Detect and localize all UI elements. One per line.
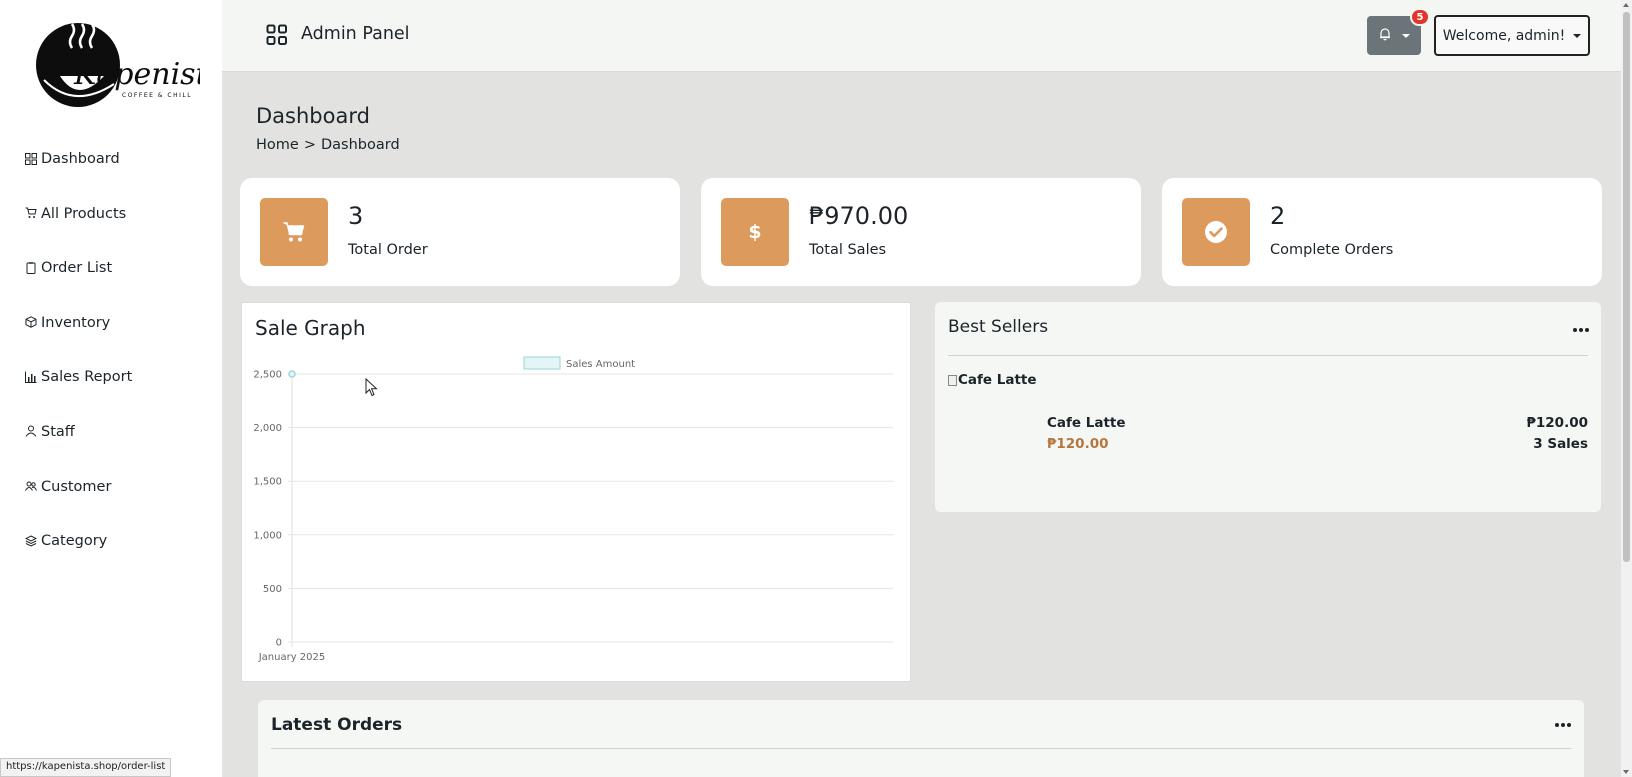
bell-icon bbox=[1378, 26, 1392, 45]
sidebar-item-dashboard[interactable]: Dashboard bbox=[0, 145, 222, 200]
y-tick-label: 1,000 bbox=[253, 530, 282, 541]
sidebar-item-label: Sales Report bbox=[41, 369, 133, 386]
clipboard-icon bbox=[24, 261, 37, 274]
cart-icon bbox=[260, 198, 328, 266]
product-image-alt: Cafe Latte bbox=[958, 372, 1037, 388]
y-tick-label: 1,500 bbox=[253, 477, 282, 488]
panel-title: Admin Panel bbox=[301, 24, 410, 44]
sales-chart[interactable]: 05001,0001,5002,0002,500January 2025Sale… bbox=[242, 303, 912, 683]
sidebar-item-label: Inventory bbox=[41, 314, 111, 331]
product-price: ₱120.00 bbox=[1047, 436, 1109, 452]
sidebar: Kapenista COFFEE & CHILL Dashboard All P… bbox=[0, 0, 226, 777]
x-tick-label: January 2025 bbox=[258, 652, 326, 663]
people-icon bbox=[24, 480, 37, 493]
notification-badge: 5 bbox=[1410, 8, 1430, 26]
broken-image-icon bbox=[948, 374, 957, 386]
scroll-down-arrow-icon[interactable] bbox=[1623, 770, 1629, 774]
dollar-icon: $ bbox=[721, 198, 789, 266]
stat-card-complete-orders: 2 Complete Orders bbox=[1162, 178, 1602, 286]
latest-orders-card: Latest Orders bbox=[258, 700, 1584, 777]
sidebar-item-staff[interactable]: Staff bbox=[0, 418, 222, 473]
latest-orders-title: Latest Orders bbox=[271, 715, 403, 735]
breadcrumb-current: Dashboard bbox=[320, 137, 400, 153]
stat-value: 2 bbox=[1270, 202, 1286, 230]
legend-label: Sales Amount bbox=[566, 359, 635, 370]
sidebar-item-label: Category bbox=[41, 533, 108, 550]
page-title: Dashboard bbox=[256, 104, 370, 128]
logo-text: Kapenista bbox=[73, 57, 200, 92]
stat-value: ₱970.00 bbox=[809, 202, 909, 230]
svg-text:$: $ bbox=[748, 221, 761, 243]
divider bbox=[948, 355, 1588, 356]
product-sales-count: 3 Sales bbox=[1533, 436, 1588, 452]
grid-icon[interactable] bbox=[266, 24, 288, 46]
sale-graph-card: Sale Graph 0 500 1,000 1,500 2,000 2,500 Janua… bbox=[241, 302, 911, 682]
breadcrumb: Home > Dashboard bbox=[256, 137, 400, 153]
scroll-up-arrow-icon[interactable] bbox=[1623, 3, 1629, 7]
mouse-cursor-icon bbox=[365, 378, 378, 397]
more-options-icon[interactable] bbox=[1573, 328, 1589, 332]
check-circle-icon bbox=[1182, 198, 1250, 266]
product-image: Cafe Latte bbox=[948, 372, 1037, 388]
stat-value: 3 bbox=[348, 202, 364, 230]
legend-swatch bbox=[523, 356, 561, 370]
brand-logo[interactable]: Kapenista COFFEE & CHILL bbox=[30, 18, 226, 113]
sidebar-item-label: Customer bbox=[41, 478, 112, 495]
top-bar: Admin Panel 5 Welcome, admin! bbox=[222, 0, 1621, 72]
sidebar-item-sales-report[interactable]: Sales Report bbox=[0, 363, 222, 418]
breadcrumb-home-link[interactable]: Home bbox=[256, 137, 299, 153]
sidebar-item-label: Dashboard bbox=[41, 151, 120, 167]
product-total: ₱120.00 bbox=[1526, 415, 1589, 431]
product-name[interactable]: Cafe Latte bbox=[1047, 415, 1126, 431]
stat-label: Total Sales bbox=[809, 242, 887, 258]
sidebar-item-category[interactable]: Category bbox=[0, 527, 222, 582]
bar-chart-icon bbox=[24, 370, 37, 383]
sidebar-item-label: All Products bbox=[41, 205, 127, 222]
chevron-down-icon bbox=[1402, 33, 1410, 38]
stat-card-total-sales: $ ₱970.00 Total Sales bbox=[701, 178, 1141, 286]
breadcrumb-separator: > bbox=[303, 137, 316, 153]
welcome-text: Welcome, admin! bbox=[1442, 27, 1566, 44]
data-point bbox=[288, 370, 296, 378]
layers-icon bbox=[24, 534, 37, 547]
cart-icon bbox=[24, 207, 37, 220]
y-tick-label: 2,000 bbox=[253, 423, 282, 434]
divider bbox=[271, 748, 1571, 749]
scrollbar-thumb[interactable] bbox=[1623, 12, 1630, 562]
y-tick-label: 500 bbox=[263, 584, 282, 595]
sidebar-item-customer[interactable]: Customer bbox=[0, 473, 222, 528]
stat-label: Complete Orders bbox=[1270, 242, 1394, 258]
dashboard-icon bbox=[24, 152, 37, 165]
sidebar-nav: Dashboard All Products Order List Invent… bbox=[0, 145, 222, 582]
box-icon bbox=[24, 316, 37, 329]
more-options-icon[interactable] bbox=[1555, 723, 1571, 727]
best-sellers-card: Best Sellers Cafe Latte Cafe Latte ₱120.… bbox=[935, 302, 1601, 512]
page-scrollbar[interactable] bbox=[1621, 0, 1632, 777]
sidebar-item-label: Staff bbox=[41, 423, 75, 440]
sidebar-item-all-products[interactable]: All Products bbox=[0, 200, 222, 255]
status-bar-url: https://kapenista.shop/order-list bbox=[0, 758, 172, 777]
chevron-down-icon bbox=[1573, 33, 1582, 38]
best-sellers-title: Best Sellers bbox=[948, 317, 1049, 337]
stat-label: Total Order bbox=[348, 242, 428, 258]
user-menu-button[interactable]: Welcome, admin! bbox=[1434, 15, 1590, 56]
sidebar-item-inventory[interactable]: Inventory bbox=[0, 309, 222, 364]
sidebar-item-order-list[interactable]: Order List bbox=[0, 254, 222, 309]
stat-card-total-order: 3 Total Order bbox=[240, 178, 680, 286]
logo-tagline: COFFEE & CHILL bbox=[122, 92, 192, 99]
person-icon bbox=[24, 425, 37, 438]
y-tick-label: 2,500 bbox=[253, 370, 282, 381]
sidebar-item-label: Order List bbox=[41, 260, 113, 277]
y-tick-label: 0 bbox=[276, 638, 282, 649]
